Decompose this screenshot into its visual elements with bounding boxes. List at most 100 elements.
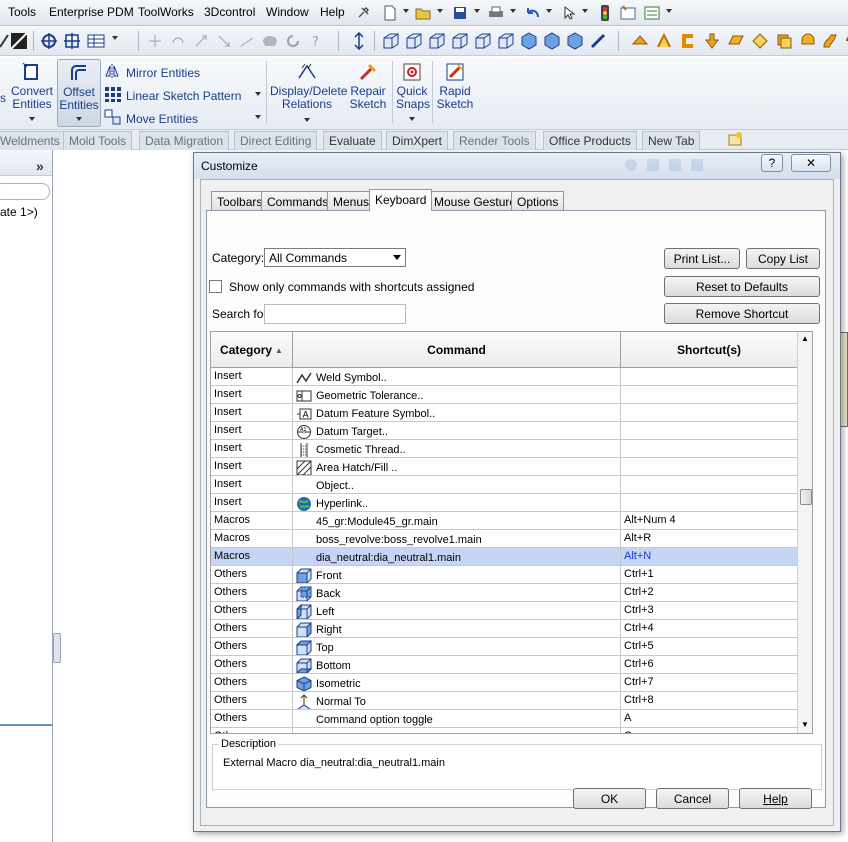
- table-row[interactable]: Insert A Datum Feature Symbol..: [211, 404, 797, 422]
- tab-commands[interactable]: Commands: [261, 191, 335, 210]
- cell-shortcut[interactable]: A: [621, 710, 797, 727]
- offset-entities-button[interactable]: Offset Entities: [57, 59, 101, 127]
- menu-3dcontrol[interactable]: 3Dcontrol: [204, 5, 255, 19]
- category-select[interactable]: All Commands: [264, 248, 406, 267]
- dimetric-cube-icon[interactable]: [565, 31, 585, 51]
- cell-shortcut[interactable]: [621, 386, 797, 403]
- tab-render-tools[interactable]: Render Tools: [453, 131, 536, 150]
- cube-view-5-icon[interactable]: [473, 31, 493, 51]
- new-document-icon[interactable]: [380, 3, 400, 23]
- table-row[interactable]: Others Isometric Ctrl+7: [211, 674, 797, 692]
- rotate-icon[interactable]: [168, 31, 188, 51]
- add-tab-icon[interactable]: [727, 131, 745, 150]
- select-cursor-icon[interactable]: [559, 3, 579, 23]
- repair-sketch-button[interactable]: Repair Sketch: [348, 61, 388, 111]
- scroll-up-arrow-icon[interactable]: ▲: [801, 334, 809, 343]
- feature-tool-1-icon[interactable]: [630, 31, 650, 51]
- print-dropdown-arrow[interactable]: [510, 9, 516, 13]
- display-style-icon[interactable]: [9, 31, 29, 51]
- table-row[interactable]: Insert A1 Datum Target..: [211, 422, 797, 440]
- show-only-shortcuts-checkbox[interactable]: [209, 280, 222, 293]
- close-caption-button[interactable]: ✕: [791, 154, 831, 172]
- file-properties-icon[interactable]: [618, 3, 638, 23]
- table-row[interactable]: Others Top Ctrl+5: [211, 638, 797, 656]
- table-row[interactable]: Insert Area Hatch/Fill ..: [211, 458, 797, 476]
- table-row[interactable]: Others Expand/Collapse Tree C: [211, 728, 797, 733]
- options-icon[interactable]: [642, 3, 662, 23]
- grid-view-dropdown[interactable]: [112, 36, 118, 40]
- cell-shortcut[interactable]: Ctrl+8: [621, 692, 797, 709]
- cell-shortcut[interactable]: Ctrl+1: [621, 566, 797, 583]
- table-row[interactable]: Others Normal To Ctrl+8: [211, 692, 797, 710]
- print-icon[interactable]: [486, 3, 506, 23]
- table-row[interactable]: Insert Geometric Tolerance..: [211, 386, 797, 404]
- save-icon[interactable]: [450, 3, 470, 23]
- phone-icon[interactable]: [260, 31, 280, 51]
- table-row[interactable]: Insert Object..: [211, 476, 797, 494]
- scrollbar-thumb[interactable]: [800, 489, 812, 505]
- rebuild-traffic-light-icon[interactable]: [595, 3, 615, 23]
- expand-panel-chevron[interactable]: »: [36, 158, 44, 174]
- filter-input[interactable]: [0, 183, 50, 200]
- tab-evaluate[interactable]: Evaluate: [323, 131, 382, 150]
- isometric-cube-icon[interactable]: [519, 31, 539, 51]
- frame-icon[interactable]: [62, 31, 82, 51]
- cube-view-1-icon[interactable]: [381, 31, 401, 51]
- feature-tool-9-icon[interactable]: [820, 31, 840, 51]
- scroll-down-arrow-icon[interactable]: ▼: [801, 720, 809, 729]
- feature-tool-10-icon[interactable]: [840, 31, 848, 51]
- pan-icon[interactable]: [191, 31, 211, 51]
- help-caption-button[interactable]: ?: [761, 154, 783, 172]
- show-only-shortcuts-label[interactable]: Show only commands with shortcuts assign…: [229, 280, 474, 294]
- pushpin-icon[interactable]: [353, 3, 373, 23]
- refresh-icon[interactable]: [283, 31, 303, 51]
- tab-office-products[interactable]: Office Products: [543, 131, 637, 150]
- cell-shortcut[interactable]: [621, 494, 797, 511]
- cell-shortcut[interactable]: [621, 368, 797, 385]
- rapid-sketch-button[interactable]: Rapid Sketch: [436, 61, 474, 111]
- help-query-icon[interactable]: ?: [306, 31, 326, 51]
- select-dropdown-arrow[interactable]: [582, 9, 588, 13]
- help-button[interactable]: Help: [739, 788, 812, 809]
- linear-sketch-pattern-button[interactable]: Linear Sketch Pattern: [104, 86, 241, 105]
- options-dropdown-arrow[interactable]: [666, 9, 672, 13]
- table-scrollbar[interactable]: ▲ ▼: [797, 332, 812, 733]
- menu-toolworks[interactable]: ToolWorks: [138, 5, 194, 19]
- column-header-category[interactable]: Category ▲: [211, 332, 293, 368]
- sketch-point-icon[interactable]: [145, 31, 165, 51]
- menu-window[interactable]: Window: [266, 5, 309, 19]
- tab-direct-editing[interactable]: Direct Editing: [234, 131, 318, 150]
- table-row[interactable]: Others Right Ctrl+4: [211, 620, 797, 638]
- display-delete-relations-button[interactable]: Display/Delete Relations: [270, 61, 347, 122]
- cell-shortcut[interactable]: [621, 440, 797, 457]
- cell-shortcut[interactable]: [621, 404, 797, 421]
- zoom-arrow-icon[interactable]: [214, 31, 234, 51]
- cell-shortcut[interactable]: Ctrl+6: [621, 656, 797, 673]
- cell-shortcut[interactable]: Ctrl+4: [621, 620, 797, 637]
- table-row[interactable]: Insert Weld Symbol..: [211, 368, 797, 386]
- cancel-button[interactable]: Cancel: [656, 788, 729, 809]
- cell-shortcut[interactable]: Ctrl+5: [621, 638, 797, 655]
- tab-menus[interactable]: Menus: [327, 191, 376, 210]
- feature-tool-4-icon[interactable]: [702, 31, 722, 51]
- linear-pattern-dropdown[interactable]: [255, 92, 261, 96]
- tab-weldments[interactable]: Weldments: [0, 131, 66, 150]
- view-selector-icon[interactable]: [588, 31, 608, 51]
- search-input[interactable]: [264, 304, 406, 324]
- mirror-entities-button[interactable]: Mirror Entities: [104, 63, 200, 82]
- column-header-shortcuts[interactable]: Shortcut(s): [621, 332, 797, 368]
- tab-keyboard[interactable]: Keyboard: [369, 189, 433, 211]
- feature-tool-6-icon[interactable]: [750, 31, 770, 51]
- table-row[interactable]: Others Front Ctrl+1: [211, 566, 797, 584]
- move-entities-button[interactable]: Move Entities: [104, 109, 198, 128]
- menu-enterprise-pdm[interactable]: Enterprise PDM: [49, 5, 134, 19]
- copy-list-button[interactable]: Copy List: [746, 248, 820, 269]
- cell-shortcut[interactable]: Alt+Num 4: [621, 512, 797, 529]
- save-dropdown-arrow[interactable]: [474, 9, 480, 13]
- cell-shortcut[interactable]: C: [621, 728, 797, 733]
- cell-shortcut[interactable]: Ctrl+7: [621, 674, 797, 691]
- reset-to-defaults-button[interactable]: Reset to Defaults: [664, 276, 820, 297]
- print-list-button[interactable]: Print List...: [664, 248, 740, 269]
- quick-snaps-button[interactable]: Quick Snaps: [396, 61, 430, 121]
- table-row[interactable]: Insert Cosmetic Thread..: [211, 440, 797, 458]
